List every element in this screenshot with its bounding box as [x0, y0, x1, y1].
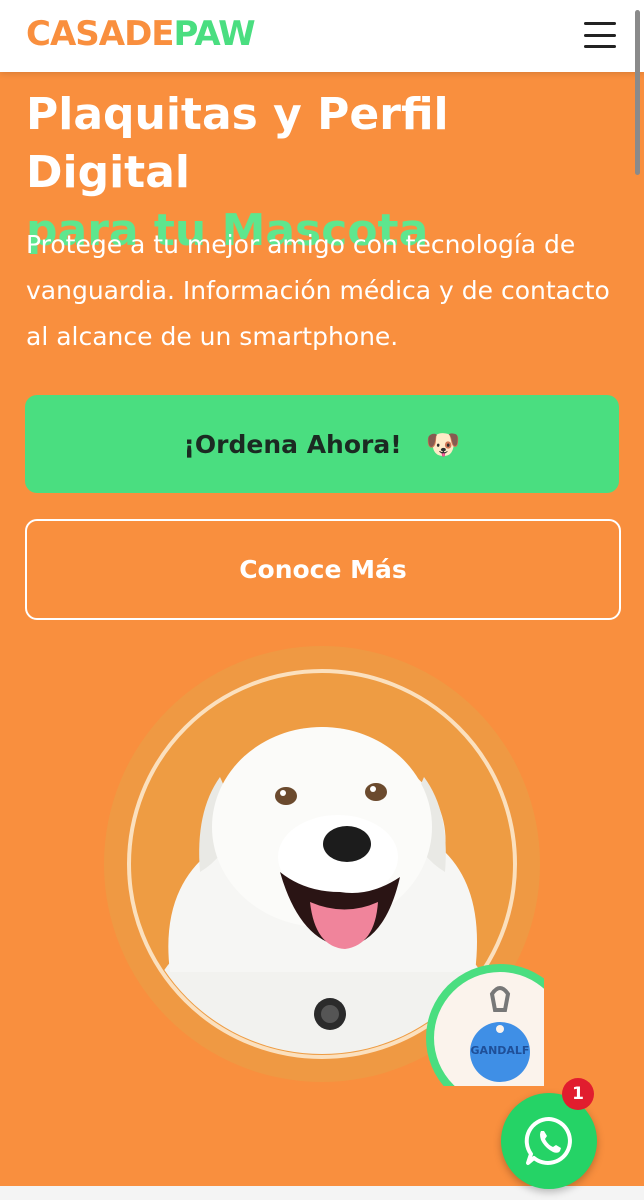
site-header: CASADEPAW [0, 0, 644, 72]
order-now-label: ¡Ordena Ahora! [183, 429, 402, 459]
learn-more-button[interactable]: Conoce Más [25, 519, 621, 620]
logo[interactable]: CASADEPAW [26, 14, 256, 54]
pet-tag-name: GANDALF [470, 1044, 530, 1057]
hero-title-line1: Plaquitas y Perfil Digital [26, 89, 449, 198]
hamburger-menu-icon[interactable] [584, 22, 616, 48]
logo-text-paw: PAW [173, 14, 256, 54]
hero-description: Protege a tu mejor amigo con tecnología … [26, 230, 610, 351]
scrollbar[interactable] [635, 10, 640, 175]
order-now-button[interactable]: ¡Ordena Ahora! 🐶 [25, 395, 619, 493]
hero-image: GANDALF [100, 642, 574, 1112]
whatsapp-icon [524, 1116, 572, 1165]
dog-illustration [104, 646, 574, 1112]
notification-badge: 1 [562, 1078, 594, 1110]
logo-text-casade: CASADE [26, 14, 175, 54]
dog-face-icon: 🐶 [425, 427, 461, 461]
